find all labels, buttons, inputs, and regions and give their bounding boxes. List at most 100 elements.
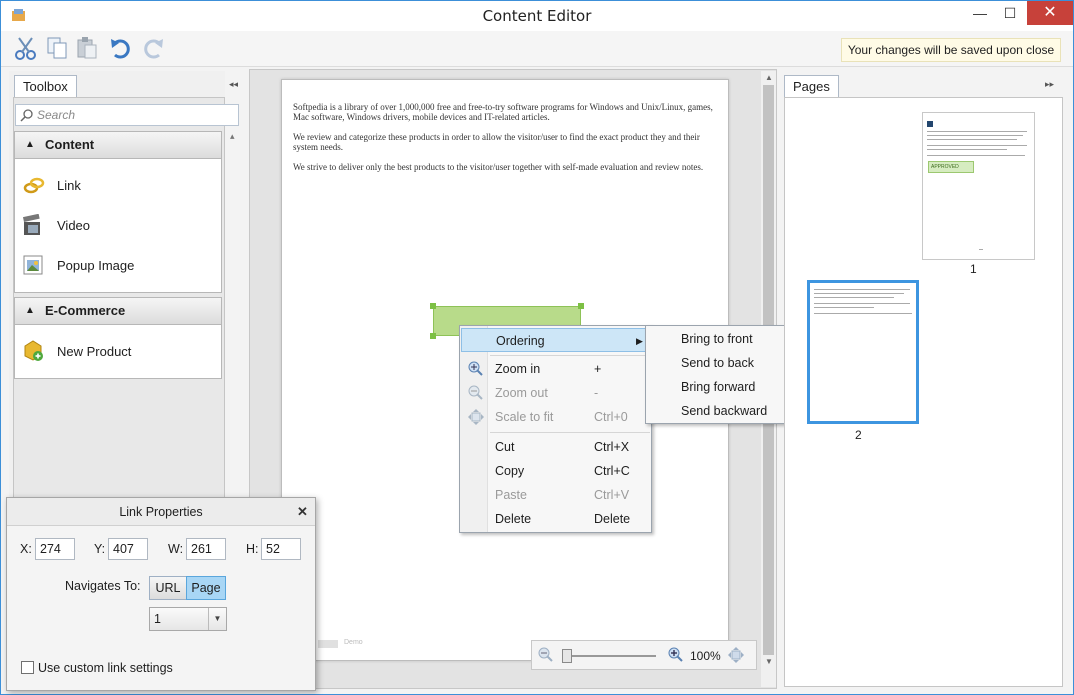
navigates-to-label: Navigates To: xyxy=(65,579,141,593)
menu-item-copy[interactable]: Copy Ctrl+C xyxy=(461,459,651,483)
scroll-down-arrow[interactable]: ▼ xyxy=(765,657,773,666)
menu-separator xyxy=(490,355,650,356)
group-title-ecommerce: E-Commerce xyxy=(45,303,126,318)
group-header-ecommerce[interactable]: ▲ E-Commerce xyxy=(14,297,222,325)
zoom-in-icon[interactable] xyxy=(668,647,684,663)
zoom-slider-thumb[interactable] xyxy=(562,649,572,663)
submenu-item-send-to-back[interactable]: Send to back xyxy=(681,356,754,370)
context-menu: Ordering ▶ Zoom in + Zoom out - Scale to… xyxy=(459,325,652,533)
link-icon xyxy=(23,177,45,194)
redo-icon[interactable] xyxy=(139,35,165,61)
menu-item-scale-to-fit[interactable]: Scale to fit Ctrl+0 xyxy=(461,405,651,429)
toolbar: Your changes will be saved upon close xyxy=(1,31,1073,67)
paste-icon[interactable] xyxy=(75,35,101,61)
h-label: H: xyxy=(246,542,259,556)
minimize-button[interactable]: — xyxy=(965,1,995,25)
tab-toolbox[interactable]: Toolbox xyxy=(14,75,77,99)
menu-label-zoom-in: Zoom in xyxy=(495,362,541,376)
group-title-content: Content xyxy=(45,137,95,152)
menu-label-delete: Delete xyxy=(495,512,532,526)
y-field[interactable]: 407 xyxy=(108,538,148,560)
page-select-dropdown[interactable]: 1 ▼ xyxy=(149,607,227,631)
link-properties-title: Link Properties xyxy=(119,505,203,519)
tool-item-link[interactable]: Link xyxy=(15,167,219,203)
chevron-up-icon: ▲ xyxy=(25,305,35,316)
menu-item-delete[interactable]: Delete Delete xyxy=(461,507,651,531)
resize-handle[interactable] xyxy=(430,333,436,339)
submenu-item-send-backward[interactable]: Send backward xyxy=(681,404,767,418)
pages-body: APPROVED 1 2 xyxy=(784,97,1063,687)
maximize-button[interactable]: ☐ xyxy=(995,1,1025,25)
group-body-ecommerce: New Product xyxy=(14,325,222,379)
submenu-arrow-icon: ▶ xyxy=(636,336,643,346)
menu-shortcut: Ctrl+0 xyxy=(594,410,628,424)
menu-label-copy: Copy xyxy=(495,464,525,478)
menu-shortcut: Delete xyxy=(594,512,631,526)
zoom-slider-track[interactable] xyxy=(562,655,656,657)
close-icon[interactable]: ✕ xyxy=(297,504,308,520)
copy-icon[interactable] xyxy=(45,35,71,61)
h-field[interactable]: 52 xyxy=(261,538,301,560)
cut-icon[interactable] xyxy=(13,35,39,61)
menu-item-zoom-out[interactable]: Zoom out - xyxy=(461,381,651,405)
menu-shortcut: - xyxy=(594,386,599,400)
submenu-item-bring-forward[interactable]: Bring forward xyxy=(681,380,755,394)
menu-item-zoom-in[interactable]: Zoom in + xyxy=(461,357,651,381)
w-field[interactable]: 261 xyxy=(186,538,226,560)
paragraph-3: We strive to deliver only the best produ… xyxy=(293,162,704,172)
save-notice: Your changes will be saved upon close xyxy=(841,38,1061,62)
footer-text: Demo xyxy=(344,639,363,646)
w-label: W: xyxy=(168,542,184,556)
fit-page-icon xyxy=(468,409,484,425)
page-toggle-button[interactable]: Page xyxy=(186,576,226,600)
collapse-toolbox-icon[interactable]: ◂◂ xyxy=(229,79,238,90)
chevron-up-icon: ▲ xyxy=(25,139,35,150)
toolbox-panel: Toolbox ◂◂ Search ▴ ▲ Content Link Video xyxy=(9,71,239,501)
tool-item-video[interactable]: Video xyxy=(15,207,219,243)
link-properties-header: Link Properties ✕ xyxy=(7,498,315,526)
menu-label-zoom-out: Zoom out xyxy=(495,386,548,400)
page-thumbnail-1[interactable]: APPROVED xyxy=(922,112,1035,260)
toolbox-scroll-up[interactable]: ▴ xyxy=(230,131,235,142)
url-toggle-button[interactable]: URL xyxy=(149,576,187,600)
custom-link-settings-checkbox[interactable] xyxy=(21,661,34,674)
menu-shortcut: Ctrl+V xyxy=(594,488,630,502)
menu-item-paste[interactable]: Paste Ctrl+V xyxy=(461,483,651,507)
paragraph-2: We review and categorize these products … xyxy=(293,132,700,152)
fit-page-icon[interactable] xyxy=(728,647,744,663)
close-button[interactable]: ✕ xyxy=(1027,1,1073,25)
search-field[interactable]: Search xyxy=(15,104,239,126)
zoom-out-icon xyxy=(468,385,483,400)
menu-label-cut: Cut xyxy=(495,440,515,454)
group-body-content: Link Video Popup Image xyxy=(14,159,222,293)
custom-link-settings-label: Use custom link settings xyxy=(38,661,173,675)
page-thumbnail-2[interactable] xyxy=(807,280,919,424)
menu-label-paste: Paste xyxy=(495,488,527,502)
chevron-down-icon: ▼ xyxy=(208,608,226,630)
menu-item-cut[interactable]: Cut Ctrl+X xyxy=(461,435,651,459)
toolbox-body: Search ▴ ▲ Content Link Video Popup Imag… xyxy=(13,97,239,501)
search-placeholder: Search xyxy=(37,108,76,122)
zoom-level: 100% xyxy=(690,649,721,663)
tool-item-popup-image[interactable]: Popup Image xyxy=(15,247,219,283)
popup-image-icon xyxy=(23,255,43,275)
app-window: Content Editor — ☐ ✕ Your changes will b… xyxy=(0,0,1074,695)
y-label: Y: xyxy=(94,542,106,556)
tab-pages[interactable]: Pages xyxy=(784,75,839,99)
group-header-content[interactable]: ▲ Content xyxy=(14,131,222,159)
title-bar: Content Editor — ☐ ✕ xyxy=(1,1,1073,31)
x-label: X: xyxy=(20,542,32,556)
resize-handle[interactable] xyxy=(430,303,436,309)
scroll-up-arrow[interactable]: ▲ xyxy=(765,73,773,82)
submenu-item-bring-to-front[interactable]: Bring to front xyxy=(681,332,753,346)
page-select-value: 1 xyxy=(154,612,161,626)
footer-logo xyxy=(318,640,338,648)
menu-item-ordering[interactable]: Ordering ▶ xyxy=(461,328,651,352)
expand-pages-icon[interactable]: ▸▸ xyxy=(1045,79,1054,90)
undo-icon[interactable] xyxy=(109,35,135,61)
zoom-out-icon[interactable] xyxy=(538,647,554,663)
x-field[interactable]: 274 xyxy=(35,538,75,560)
tool-item-new-product[interactable]: New Product xyxy=(15,333,219,369)
zoom-bar: 100% xyxy=(531,640,757,670)
resize-handle[interactable] xyxy=(578,303,584,309)
